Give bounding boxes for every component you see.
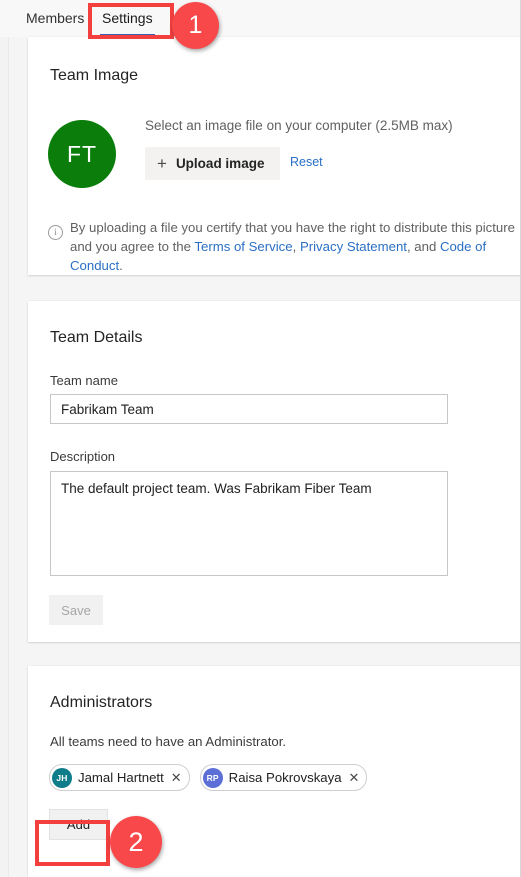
add-button-label: Add [66,817,91,832]
privacy-statement-link[interactable]: Privacy Statement [300,239,407,254]
administrators-note: All teams need to have an Administrator. [50,734,287,749]
team-details-card: Team Details Team name Description The d… [28,301,520,642]
save-button-label: Save [61,602,91,618]
legal-tail: . [119,258,123,274]
legal-sep-2: , and [406,239,440,255]
administrator-name: Raisa Pokrovskaya [228,770,342,785]
team-name-label: Team name [50,373,118,388]
administrator-name: Jamal Hartnett [78,770,164,785]
administrator-chip[interactable]: RP Raisa Pokrovskaya ✕ [199,764,368,791]
tab-settings-label: Settings [102,10,153,26]
upload-image-button[interactable]: + Upload image [145,147,281,180]
add-administrator-button[interactable]: Add [49,809,108,840]
description-label: Description [50,449,116,464]
description-input[interactable]: The default project team. Was Fabrikam F… [50,471,448,576]
tab-members-label: Members [26,10,85,26]
close-icon[interactable]: ✕ [170,771,182,784]
avatar-initials: RP [206,772,219,783]
close-icon[interactable]: ✕ [348,771,360,784]
team-details-title: Team Details [50,329,143,346]
team-name-input[interactable] [50,394,448,424]
info-icon: i [48,225,63,240]
administrators-title: Administrators [50,694,153,711]
terms-of-service-link[interactable]: Terms of Service [194,239,292,254]
save-button[interactable]: Save [49,595,103,625]
legal-text: By uploading a file you certify that you… [70,218,520,275]
administrators-card: Administrators All teams need to have an… [28,666,520,877]
team-image-title: Team Image [50,67,139,84]
avatar: RP [202,767,223,788]
settings-page: Members Settings Team Image FT Select an… [0,0,521,877]
avatar-initials: JH [56,772,68,783]
reset-link[interactable]: Reset [290,155,323,169]
plus-icon: + [157,154,167,173]
tab-strip: Members Settings [0,0,520,38]
administrator-chip-list: JH Jamal Hartnett ✕ RP Raisa Pokrovskaya… [49,764,368,791]
administrator-chip[interactable]: JH Jamal Hartnett ✕ [49,764,190,791]
left-gutter [0,37,9,877]
team-image-card: Team Image FT Select an image file on yo… [28,37,520,275]
avatar: JH [52,767,72,788]
legal-sep-1: , [292,239,300,255]
upload-image-label: Upload image [175,156,265,171]
team-avatar-initials: FT [66,140,98,167]
upload-hint-text: Select an image file on your computer (2… [145,118,453,133]
tab-members[interactable]: Members [16,0,94,36]
tab-settings[interactable]: Settings [92,0,163,36]
settings-content: Team Image FT Select an image file on yo… [0,37,520,877]
team-avatar: FT [48,120,116,188]
